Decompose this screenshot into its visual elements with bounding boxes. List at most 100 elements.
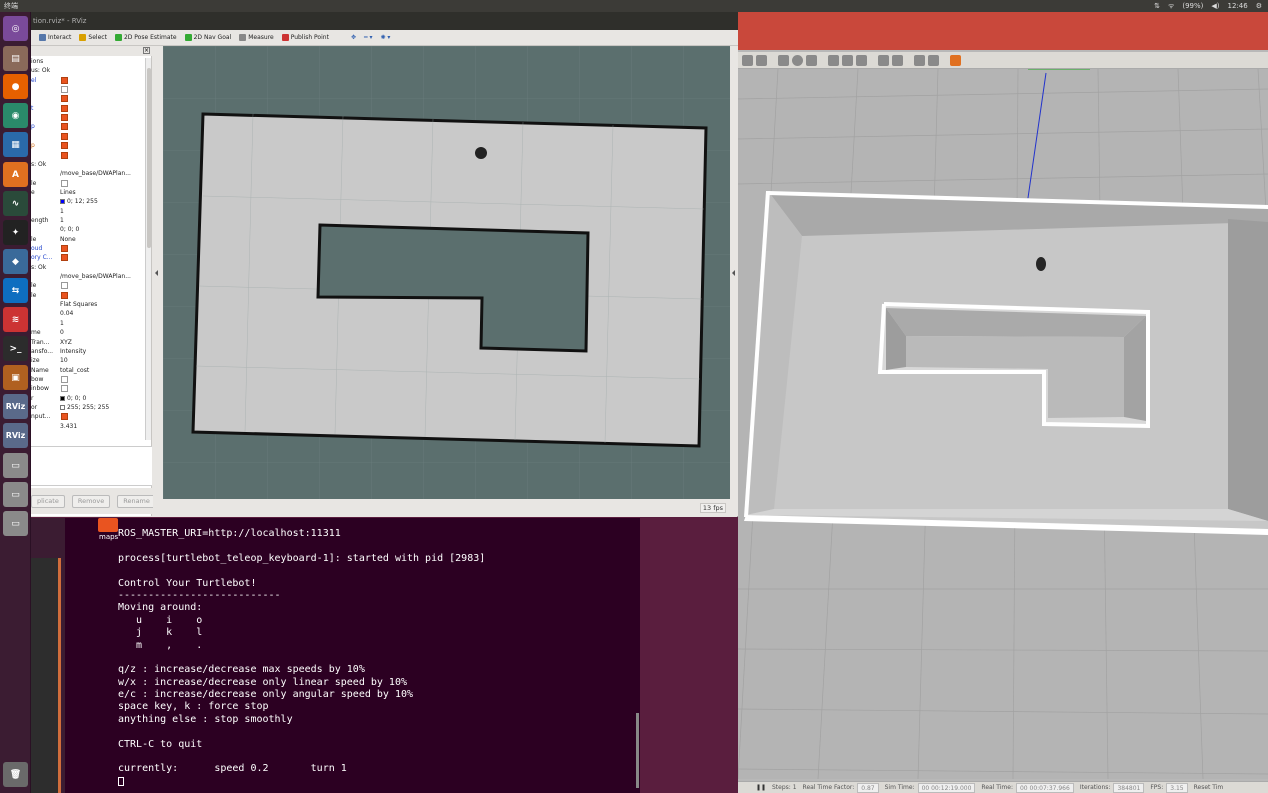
camera-icon[interactable] [950,54,961,66]
cylinder-shape-icon[interactable] [806,54,817,66]
display-row[interactable]: 0.04 [31,310,145,319]
minus-icon[interactable]: ━ ▾ [364,34,373,41]
tool-measure[interactable]: Measure [239,34,274,41]
display-row[interactable]: nput... [31,413,145,422]
display-checkbox[interactable] [61,282,68,290]
display-row[interactable]: us: Ok [31,67,145,76]
launcher-firefox-icon[interactable]: ● [3,74,28,99]
display-checkbox[interactable] [61,385,68,393]
launcher-rviz-1-icon[interactable]: RViz [3,394,28,419]
indicator-item[interactable]: (99%) [1182,0,1203,12]
sphere-shape-icon[interactable] [792,54,803,66]
displays-scrollbar[interactable] [145,58,151,440]
display-row[interactable]: ize 10 [31,357,145,366]
display-checkbox[interactable] [61,245,68,252]
display-row[interactable]: 1 [31,320,145,329]
spot-light-icon[interactable] [856,54,867,66]
display-checkbox[interactable] [61,132,68,140]
terminal-scrollbar[interactable] [636,713,639,788]
snap-icon[interactable] [928,54,939,66]
indicator-item[interactable]: ⇅ [1154,0,1160,12]
display-row[interactable]: 0; 12; 255 [31,198,145,207]
rviz-3d-view[interactable] [163,46,730,499]
display-checkbox[interactable] [61,254,68,262]
copy-icon[interactable] [878,54,889,66]
launcher-writer-icon[interactable]: ▦ [3,132,28,157]
display-row[interactable]: le [31,179,145,189]
display-row[interactable]: inbow [31,385,145,394]
display-row[interactable] [31,114,145,123]
display-row[interactable]: Flat Squares [31,301,145,310]
display-row[interactable]: or 255; 255; 255 [31,404,145,413]
remove-button[interactable]: Remove [71,494,111,508]
maps-desktop-icon[interactable]: maps [65,518,119,544]
launcher-chromium-icon[interactable]: ◉ [3,103,28,128]
launcher-trash-icon[interactable]: 🗑 [3,762,28,787]
display-row[interactable]: r 0; 0; 0 [31,395,145,404]
duplicate-button[interactable]: plicate [31,494,65,508]
display-row[interactable]: le None [31,236,145,245]
display-row[interactable]: ions [31,58,145,67]
display-row[interactable]: Tran... XYZ [31,339,145,348]
display-checkbox[interactable] [61,114,68,122]
display-row[interactable]: me 0 [31,329,145,338]
display-row[interactable]: 0; 0; 0 [31,226,145,235]
indicator-item[interactable]: ◀) [1211,0,1219,12]
display-checkbox[interactable] [61,104,68,112]
terminal-output[interactable]: ROS_MASTER_URI=http://localhost:11311 pro… [118,528,638,786]
launcher-drive-2-icon[interactable]: ▭ [3,482,28,507]
launcher-gazebo-icon[interactable]: ▣ [3,365,28,390]
gazebo-3d-view[interactable] [738,69,1268,779]
rviz-title-bar[interactable]: tion.rviz* - RViz [31,12,738,30]
launcher-drive-3-icon[interactable]: ▭ [3,511,28,536]
launcher-rviz-2-icon[interactable]: RViz [3,423,28,448]
display-row[interactable]: /move_base/DWAPlan... [31,170,145,179]
launcher-android-studio-icon[interactable]: ◆ [3,249,28,274]
collapse-left-icon[interactable] [155,270,158,276]
undo-icon[interactable] [742,54,753,66]
tool-select[interactable]: Select [79,34,107,41]
launcher-ubuntu-dash-icon[interactable]: ◎ [3,16,28,41]
display-checkbox[interactable] [61,291,68,299]
scrollbar-thumb[interactable] [147,68,151,248]
display-checkbox[interactable] [61,413,68,421]
display-row[interactable]: Name total_cost [31,367,145,376]
launcher-document-viewer-icon[interactable]: ≋ [3,307,28,332]
left-splitter[interactable] [153,46,162,516]
display-row[interactable] [31,151,145,161]
move-camera-icon[interactable]: ✥ [351,34,356,41]
display-row[interactable]: el [31,76,145,86]
paste-icon[interactable] [892,54,903,66]
display-row[interactable]: p [31,123,145,132]
display-row[interactable]: s: Ok [31,161,145,170]
display-row[interactable]: le [31,291,145,301]
tool-2d-pose-estimate[interactable]: 2D Pose Estimate [114,34,177,41]
display-checkbox[interactable] [61,76,68,84]
tool-2d-nav-goal[interactable]: 2D Nav Goal [184,34,231,41]
box-shape-icon[interactable] [778,54,789,66]
display-checkbox[interactable] [61,142,68,150]
launcher-system-monitor-icon[interactable]: ∿ [3,191,28,216]
redo-icon[interactable] [756,54,767,66]
tool-interact[interactable]: Interact [39,34,71,41]
play-pause-icon[interactable]: ❚❚ [742,782,766,793]
point-light-icon[interactable] [842,54,853,66]
launcher-qq-icon[interactable]: ✦ [3,220,28,245]
display-checkbox[interactable] [61,375,68,383]
display-row[interactable] [31,86,145,95]
display-row[interactable]: p [31,142,145,151]
indicator-item[interactable]: ᯤ [1168,0,1174,12]
display-row[interactable]: ansfo... Intensity [31,348,145,357]
indicator-item[interactable]: 12:46 [1228,0,1248,12]
launcher-files-icon[interactable]: ▤ [3,46,28,71]
display-row[interactable]: ength 1 [31,217,145,226]
display-row[interactable]: t [31,104,145,114]
launcher-software-icon[interactable]: A [3,162,28,187]
displays-tree[interactable]: ions us: Ok el t p p s: Ok/move_base/DWAPlan..… [31,58,145,440]
launcher-teamviewer-icon[interactable]: ⇆ [3,278,28,303]
display-row[interactable]: oud [31,245,145,254]
display-row[interactable]: ory C... [31,254,145,263]
launcher-drive-1-icon[interactable]: ▭ [3,453,28,478]
terminal-window[interactable]: maps ROS_MASTER_URI=http://localhost:113… [31,518,640,793]
collapse-right-icon[interactable] [732,270,735,276]
